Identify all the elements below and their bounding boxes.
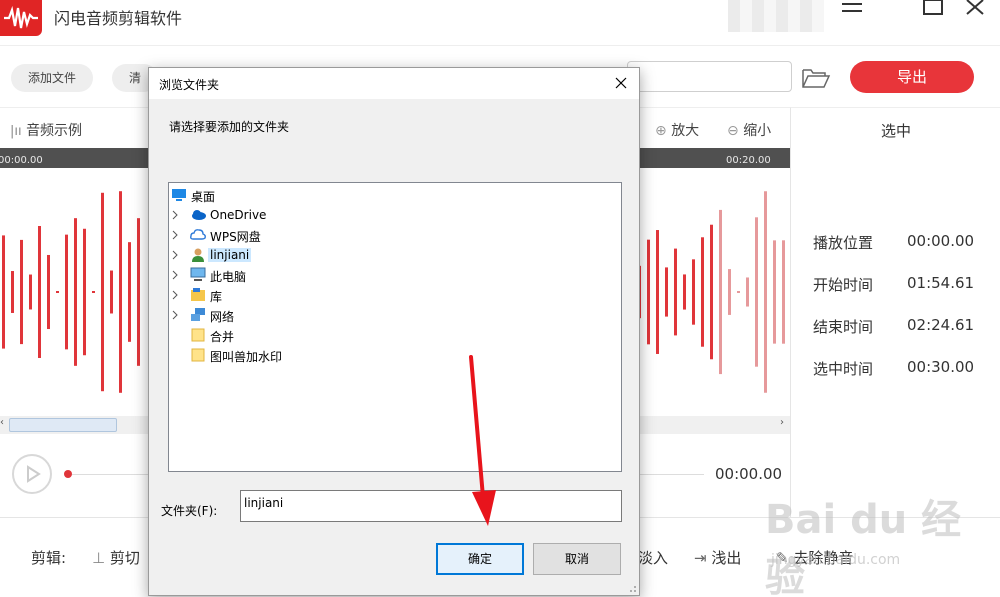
waveform-bar bbox=[101, 192, 104, 392]
wps-cloud-icon bbox=[190, 227, 206, 242]
waveform-bar bbox=[29, 274, 32, 310]
cut-icon: ⊥ bbox=[92, 549, 106, 567]
network-icon bbox=[190, 307, 206, 322]
cut-button[interactable]: ⊥ 剪切 bbox=[92, 547, 140, 568]
waveform-bar bbox=[701, 237, 704, 347]
dialog-title-bar: 浏览文件夹 bbox=[149, 68, 639, 99]
chevron-right-icon[interactable] bbox=[171, 269, 179, 280]
selection-panel: 选中 播放位置 00:00.00 开始时间 01:54.61 结束时间 02:2… bbox=[790, 107, 1000, 517]
waveform-small-icon: |ıı bbox=[10, 124, 22, 139]
waveform-bar bbox=[65, 234, 68, 350]
waveform-bar bbox=[755, 217, 758, 367]
timeline-start-label: 00:00.00 bbox=[0, 155, 43, 166]
waveform-bar bbox=[38, 226, 41, 358]
dialog-prompt: 请选择要添加的文件夹 bbox=[169, 120, 290, 134]
folder-field-label: 文件夹(F): bbox=[161, 504, 218, 518]
waveform-bar bbox=[56, 291, 59, 293]
waveform-bar bbox=[2, 235, 5, 349]
desktop-icon bbox=[171, 187, 187, 202]
folder-tree[interactable]: 桌面 OneDrive WPS网盘 linjiani 此电脑 库 网络 合并 图… bbox=[168, 182, 622, 472]
waveform-bar bbox=[710, 224, 713, 360]
waveform-bar bbox=[737, 291, 740, 293]
fade-out-button[interactable]: ⇥ 浅出 bbox=[694, 547, 741, 568]
waveform-bar bbox=[74, 218, 77, 366]
waveform-bar bbox=[665, 267, 668, 317]
baidu-watermark: Bai du 经验 bbox=[765, 497, 962, 597]
scrollbar-thumb[interactable] bbox=[9, 418, 117, 432]
waveform-bar bbox=[773, 240, 776, 344]
dialog-close-icon[interactable] bbox=[611, 74, 631, 92]
chevron-right-icon[interactable] bbox=[171, 209, 179, 220]
waveform-bar bbox=[683, 274, 686, 310]
browse-folder-dialog: 浏览文件夹 请选择要添加的文件夹 桌面 OneDrive WPS网盘 linji… bbox=[148, 67, 640, 596]
zoom-in-button[interactable]: ⊕ 放大 bbox=[655, 120, 699, 140]
waveform-bar bbox=[20, 239, 23, 345]
audio-sample-label: |ıı 音频示例 bbox=[10, 123, 83, 139]
waveform-bar bbox=[719, 209, 722, 375]
edit-label: 剪辑: bbox=[31, 549, 67, 567]
user-icon bbox=[190, 247, 206, 262]
output-path-input[interactable] bbox=[627, 61, 792, 92]
zoom-out-icon: ⊖ bbox=[727, 123, 739, 139]
ok-button[interactable]: 确定 bbox=[436, 543, 524, 575]
fade-out-icon: ⇥ bbox=[694, 549, 707, 567]
close-icon[interactable] bbox=[962, 0, 992, 18]
onedrive-cloud-icon bbox=[190, 207, 206, 222]
waveform-bar bbox=[83, 228, 86, 356]
waveform-bar bbox=[656, 230, 659, 354]
waveform-bar bbox=[674, 248, 677, 336]
folder-icon bbox=[190, 347, 206, 362]
baidu-watermark-url: jingyan.baidu.com bbox=[771, 552, 901, 568]
chevron-right-icon[interactable] bbox=[171, 249, 179, 260]
maximize-icon[interactable] bbox=[920, 0, 950, 18]
scroll-left-icon[interactable]: ‹ bbox=[0, 417, 4, 428]
timeline-end-label: 00:20.00 bbox=[726, 155, 771, 166]
waveform-bar bbox=[128, 242, 131, 342]
waveform-bar bbox=[764, 191, 767, 393]
scroll-right-icon[interactable]: › bbox=[780, 417, 784, 428]
blurred-area bbox=[728, 0, 824, 32]
waveform-bar bbox=[728, 269, 731, 315]
progress-handle[interactable] bbox=[64, 470, 72, 478]
chevron-right-icon[interactable] bbox=[171, 289, 179, 300]
cancel-button[interactable]: 取消 bbox=[533, 543, 621, 575]
waveform-bar bbox=[47, 254, 50, 330]
folder-icon bbox=[190, 327, 206, 342]
fade-in-button[interactable]: 淡入 bbox=[638, 547, 668, 568]
export-button[interactable]: 导出 bbox=[850, 61, 974, 93]
dialog-title: 浏览文件夹 bbox=[159, 78, 220, 92]
waveform-bar bbox=[746, 277, 749, 307]
hamburger-icon[interactable] bbox=[838, 0, 868, 18]
zoom-in-icon: ⊕ bbox=[655, 123, 667, 139]
app-title: 闪电音频剪辑软件 bbox=[54, 9, 183, 28]
panel-title: 选中 bbox=[880, 122, 911, 140]
add-file-button[interactable]: 添加文件 bbox=[11, 64, 93, 92]
play-icon bbox=[27, 465, 41, 483]
current-time: 00:00.00 bbox=[715, 465, 783, 483]
zoom-out-button[interactable]: ⊖ 缩小 bbox=[727, 120, 771, 140]
waveform-bar bbox=[782, 240, 785, 344]
waveform-bar bbox=[647, 239, 650, 345]
waveform-bar bbox=[11, 271, 14, 313]
play-button[interactable] bbox=[12, 454, 52, 494]
folder-field[interactable]: linjiani bbox=[240, 490, 622, 522]
computer-icon bbox=[190, 267, 206, 282]
chevron-right-icon[interactable] bbox=[171, 229, 179, 240]
waveform-bar bbox=[92, 291, 95, 293]
waveform-bar bbox=[119, 191, 122, 393]
chevron-right-icon[interactable] bbox=[171, 309, 179, 320]
library-icon bbox=[190, 287, 206, 302]
waveform-bar bbox=[110, 270, 113, 314]
title-bar: 闪电音频剪辑软件 bbox=[0, 0, 1000, 45]
waveform-logo-icon bbox=[0, 0, 42, 36]
waveform-bar bbox=[692, 259, 695, 325]
folder-open-icon[interactable] bbox=[801, 66, 831, 90]
resize-grip-icon[interactable] bbox=[625, 581, 637, 593]
waveform-bar bbox=[137, 218, 140, 366]
